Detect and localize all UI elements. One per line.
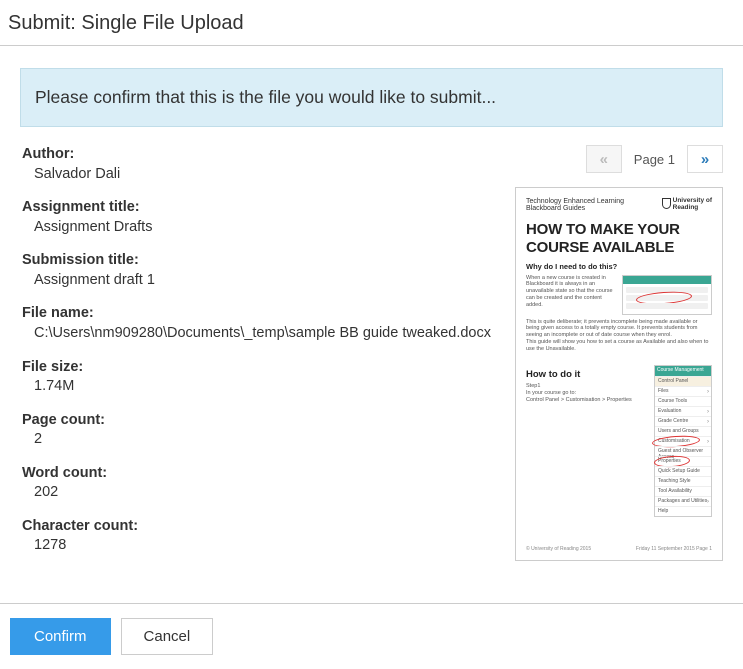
mini-list-head: Course Management	[655, 366, 711, 376]
chevron-right-icon: ›	[707, 389, 709, 395]
university-logo: University of Reading	[662, 198, 712, 211]
assignment-title-label: Assignment title:	[22, 198, 497, 218]
file-size-value: 1.74M	[22, 377, 497, 397]
field-file-name: File name: C:\Users\nm909280\Documents\_…	[22, 304, 497, 343]
cancel-button[interactable]: Cancel	[121, 618, 214, 655]
page-header: Submit: Single File Upload	[0, 0, 743, 46]
preview-column: « Page 1 » Technology Enhanced Learning …	[515, 145, 723, 570]
thumb-step-1: Step1	[526, 383, 648, 390]
thumb-step-3: Control Panel > Customisation > Properti…	[526, 397, 648, 404]
thumb-para-1: When a new course is created in Blackboa…	[526, 275, 616, 315]
thumb-row-1: When a new course is created in Blackboa…	[526, 275, 712, 315]
mini-list-grade-centre: Grade Centre›	[655, 416, 711, 426]
shield-icon	[662, 198, 671, 209]
pager-page-label: Page 1	[634, 152, 675, 167]
chevron-right-icon: ›	[707, 409, 709, 415]
file-details: Author: Salvador Dali Assignment title: …	[22, 145, 497, 570]
field-file-size: File size: 1.74M	[22, 358, 497, 397]
submission-title-label: Submission title:	[22, 251, 497, 271]
mini-list-users: Users and Groups	[655, 426, 711, 436]
thumb-title-line1: HOW TO MAKE YOUR	[526, 222, 712, 238]
field-page-count: Page count: 2	[22, 411, 497, 450]
thumb-mini-list: Course Management Control Panel Files› C…	[654, 365, 712, 517]
mini-list-quick-setup: Quick Setup Guide	[655, 466, 711, 476]
chevron-right-icon: ›	[707, 419, 709, 425]
thumb-brand-line1: Technology Enhanced Learning	[526, 198, 624, 205]
mini-list-help: Help	[655, 506, 711, 516]
file-size-label: File size:	[22, 358, 497, 378]
chevron-right-icon: ›	[707, 439, 709, 445]
mini-list-files: Files›	[655, 386, 711, 396]
pager-next-button[interactable]: »	[687, 145, 723, 173]
mini-screenshot-2: Course Management Control Panel Files› C…	[654, 365, 712, 517]
footer-bar: Confirm Cancel	[0, 603, 743, 669]
thumb-para-2: This is quite deliberate; it prevents in…	[526, 319, 712, 340]
pager-prev-button: «	[586, 145, 622, 173]
thumb-footer-right: Friday 11 September 2015 Page 1	[636, 546, 712, 552]
mini-list-guest: Guest and Observer Access	[655, 446, 711, 456]
confirm-button[interactable]: Confirm	[10, 618, 111, 655]
thumb-mini-1	[622, 275, 712, 315]
character-count-label: Character count:	[22, 517, 497, 537]
preview-pager: « Page 1 »	[515, 145, 723, 173]
mini-list-properties: Properties	[655, 456, 711, 466]
page-count-value: 2	[22, 430, 497, 450]
field-assignment-title: Assignment title: Assignment Drafts	[22, 198, 497, 237]
thumb-footer-left: © University of Reading 2015	[526, 546, 591, 552]
content-area: Author: Salvador Dali Assignment title: …	[0, 145, 743, 570]
field-author: Author: Salvador Dali	[22, 145, 497, 184]
thumb-title-line2: COURSE AVAILABLE	[526, 240, 712, 256]
thumb-title: HOW TO MAKE YOUR COURSE AVAILABLE	[526, 222, 712, 256]
mini-list-customisation: Customisation›	[655, 436, 711, 446]
author-label: Author:	[22, 145, 497, 165]
mini-head-1	[623, 276, 711, 284]
mini-list-evaluation: Evaluation›	[655, 406, 711, 416]
author-value: Salvador Dali	[22, 165, 497, 185]
uni-line2: Reading	[673, 205, 712, 212]
mini-list-packages: Packages and Utilities›	[655, 496, 711, 506]
thumb-brand-line2: Blackboard Guides	[526, 205, 624, 212]
word-count-value: 202	[22, 483, 497, 503]
page-title: Submit: Single File Upload	[8, 12, 735, 35]
confirm-alert: Please confirm that this is the file you…	[20, 68, 723, 127]
character-count-value: 1278	[22, 536, 497, 556]
mini-list-course-tools: Course Tools	[655, 396, 711, 406]
thumb-question-1: Why do I need to do this?	[526, 262, 712, 271]
thumb-question-2: How to do it	[526, 369, 648, 380]
thumb-step-2: In your course go to:	[526, 390, 648, 397]
mini-list-control-panel: Control Panel	[655, 376, 711, 386]
document-thumbnail: Technology Enhanced Learning Blackboard …	[515, 187, 723, 561]
field-character-count: Character count: 1278	[22, 517, 497, 556]
chevron-right-icon: ›	[707, 499, 709, 505]
thumb-para-3: This guide will show you how to set a co…	[526, 339, 712, 353]
thumb-footer: © University of Reading 2015 Friday 11 S…	[526, 546, 712, 552]
field-submission-title: Submission title: Assignment draft 1	[22, 251, 497, 290]
word-count-label: Word count:	[22, 464, 497, 484]
submission-title-value: Assignment draft 1	[22, 271, 497, 291]
file-name-label: File name:	[22, 304, 497, 324]
mini-screenshot-1	[622, 275, 712, 315]
file-name-value: C:\Users\nm909280\Documents\_temp\sample…	[22, 324, 497, 344]
page-count-label: Page count:	[22, 411, 497, 431]
assignment-title-value: Assignment Drafts	[22, 218, 497, 238]
mini-list-tool: Tool Availability	[655, 486, 711, 496]
field-word-count: Word count: 202	[22, 464, 497, 503]
thumb-brand: Technology Enhanced Learning Blackboard …	[526, 198, 624, 212]
mini-list-teaching: Teaching Style	[655, 476, 711, 486]
thumb-row-2: How to do it Step1 In your course go to:…	[526, 357, 712, 517]
thumb-howto: How to do it Step1 In your course go to:…	[526, 357, 648, 404]
thumb-header: Technology Enhanced Learning Blackboard …	[526, 198, 712, 212]
